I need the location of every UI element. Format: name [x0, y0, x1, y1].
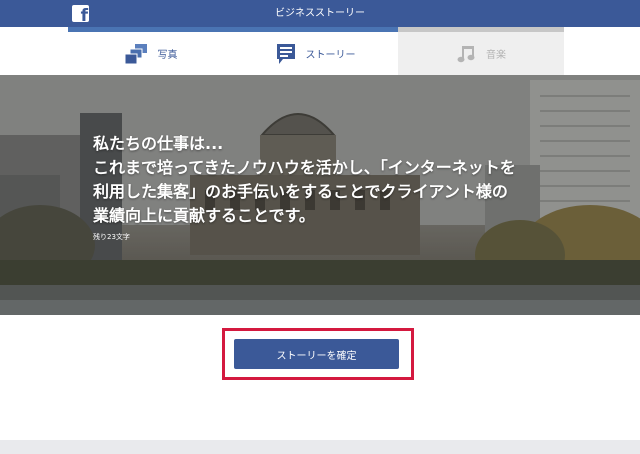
- page-title: ビジネスストーリー: [275, 8, 365, 19]
- tab-story[interactable]: ストーリー: [233, 27, 398, 75]
- caption-line: これまで培ってきたノウハウを活かし、「インターネットを: [93, 158, 516, 177]
- caption-line: 業績向上に貢献することです。: [93, 206, 315, 225]
- caption-line: 私たちの仕事は...: [93, 134, 224, 153]
- top-bar: f ビジネスストーリー: [0, 0, 640, 27]
- tab-bar: 写真 ストーリー 音楽: [68, 27, 564, 75]
- story-caption[interactable]: 私たちの仕事は... これまで培ってきたノウハウを活かし、「インターネットを 利…: [93, 132, 543, 228]
- tab-photo-label: 写真: [157, 50, 178, 61]
- remaining-characters: 残り23文字: [93, 233, 130, 241]
- caption-line: 利用した集客」のお手伝いをすることでクライアント様の: [93, 182, 508, 201]
- tab-photo[interactable]: 写真: [68, 27, 233, 75]
- story-speech-icon: [276, 43, 295, 64]
- photo-stack-icon: [124, 43, 147, 64]
- music-note-icon: [457, 45, 475, 62]
- tab-story-label: ストーリー: [305, 50, 356, 61]
- hero-photo: 私たちの仕事は... これまで培ってきたノウハウを活かし、「インターネットを 利…: [0, 75, 640, 315]
- tab-music-label: 音楽: [486, 50, 506, 61]
- footer-strip: [0, 440, 640, 454]
- confirm-story-button[interactable]: ストーリーを確定: [234, 339, 399, 369]
- tab-music[interactable]: 音楽: [398, 27, 564, 75]
